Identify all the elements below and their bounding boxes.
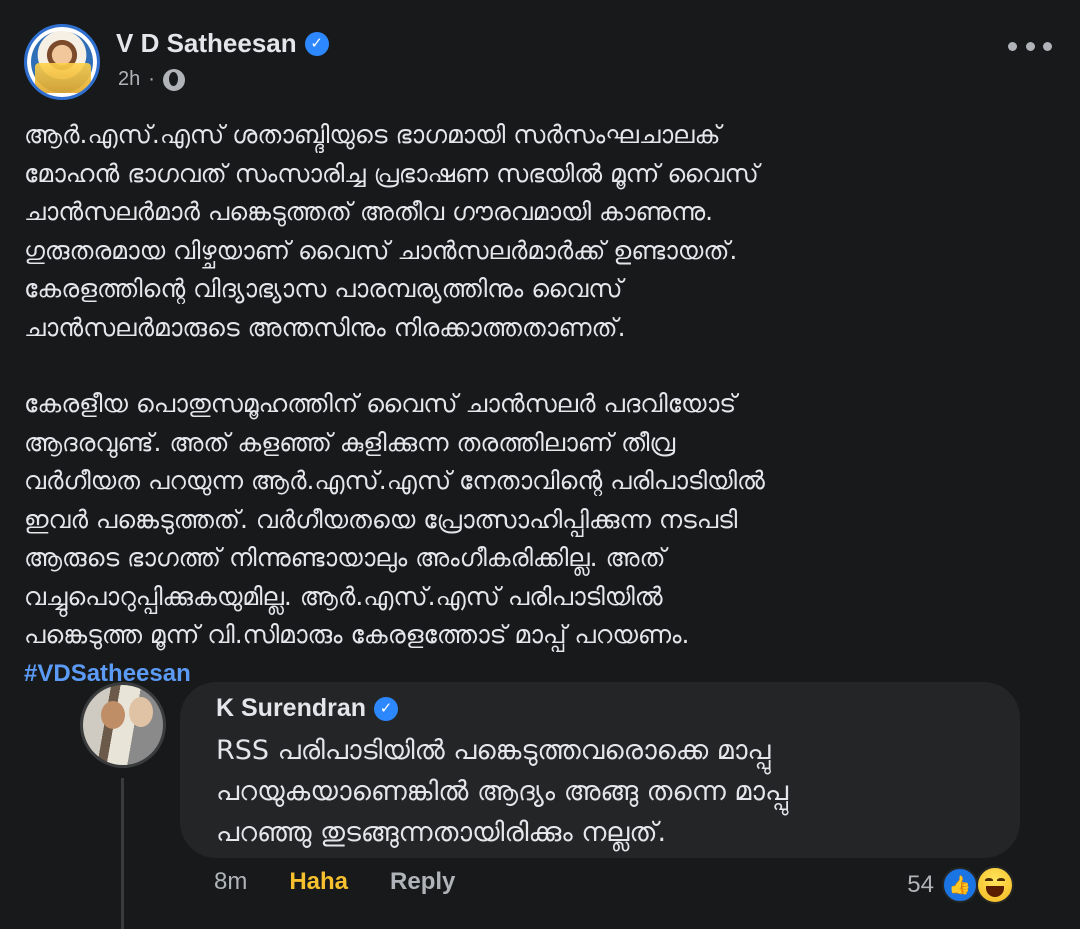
comment-bubble: K Surendran ✓ RSS പരിപാടിയിൽ പങ്കെടുത്തവ… [180,682,1020,858]
post-line: ഇവർ പങ്കെടുത്തത്. വർഗീയതയെ പ്രോത്സാഹിപ്പ… [24,504,738,534]
comment-line: പറഞ്ഞു തുടങ്ങുന്നതായിരിക്കും നല്ലത്. [216,817,667,848]
post-line: ആരുടെ ഭാഗത്ത് നിന്നുണ്ടായാലും അംഗീകരിക്ക… [24,543,666,572]
more-options-icon[interactable] [1008,32,1052,60]
comment-time[interactable]: 8m [214,868,247,896]
reaction-summary[interactable]: 54 👍 [907,866,1014,904]
comment-line: പറയുകയാണെങ്കിൽ ആദ്യം അങ്ങു തന്നെ മാപ്പു [216,776,789,807]
meta-separator: · [148,68,155,90]
comment-text: RSS പരിപാടിയിൽ പങ്കെടുത്തവരൊക്കെ മാപ്പു … [216,730,1006,853]
post-line: വർഗീയത പറയുന്ന ആർ.എസ്.എസ് നേതാവിന്റെ പരി… [24,466,765,495]
reaction-button[interactable]: Haha [289,868,348,896]
commenter-row: K Surendran ✓ [216,694,399,723]
post-time[interactable]: 2h [118,68,140,91]
verified-badge-icon: ✓ [374,696,399,721]
post-line: വച്ചുപൊറുപ്പിക്കുകയുമില്ല. ആർ.എസ്.എസ് പര… [24,581,663,611]
globe-icon[interactable] [162,68,185,91]
author-name[interactable]: V D Satheesan [116,28,297,59]
thread-line [121,778,124,929]
haha-icon [976,866,1014,904]
author-avatar[interactable] [24,24,100,100]
post-line: ചാൻസലർമാർ പങ്കെടുത്തത് അതീവ ഗൗരവമായി കാണ… [24,197,714,226]
commenter-name[interactable]: K Surendran [216,694,366,723]
post-line: ആദരവുണ്ട്. അത് കളഞ്ഞ് കുളിക്കുന്ന തരത്തി… [24,427,676,457]
post-line: കേരളീയ പൊതുസമൂഹത്തിന് വൈസ് ചാൻസലർ പദവിയോ… [24,389,737,418]
facebook-post-view: V D Satheesan ✓ 2h · ആർ.എസ്.എസ് ശതാബ്ദിയ… [0,0,1080,929]
like-icon: 👍 [942,867,978,903]
post-line: പങ്കെടുത്ത മൂന്ന് വി.സിമാരും കേരളത്തോട് … [24,620,690,649]
reply-button[interactable]: Reply [390,868,455,896]
verified-badge-icon: ✓ [304,31,329,56]
post-header: V D Satheesan ✓ 2h · [24,24,1060,104]
post-line: മോഹൻ ഭാഗവത് സംസാരിച്ച പ്രഭാഷണ സഭയിൽ മൂന്… [24,158,759,188]
post-line: ചാൻസലർമാരുടെ അന്തസിനും നിരക്കാത്തതാണത്. [24,312,626,342]
comment-actions: 8m Haha Reply [214,868,455,896]
reaction-count: 54 [907,871,934,898]
post-line: ആർ.എസ്.എസ് ശതാബ്ദിയുടെ ഭാഗമായി സർസംഘചാലക… [24,120,721,149]
commenter-avatar[interactable] [80,682,166,768]
post-line: ഗുരുതരമായ വിഴ്ചയാണ് വൈസ് ചാൻസലർമാർക്ക് ഉ… [24,235,738,265]
author-name-row: V D Satheesan ✓ [116,28,329,59]
post-body: ആർ.എസ്.എസ് ശതാബ്ദിയുടെ ഭാഗമായി സർസംഘചാലക… [24,116,1054,693]
post-line: കേരളത്തിന്റെ വിദ്യാഭ്യാസ പാരമ്പര്യത്തിനു… [24,274,623,303]
comment-line: RSS പരിപാടിയിൽ പങ്കെടുത്തവരൊക്കെ മാപ്പു [216,735,771,766]
post-meta: 2h · [118,68,185,91]
